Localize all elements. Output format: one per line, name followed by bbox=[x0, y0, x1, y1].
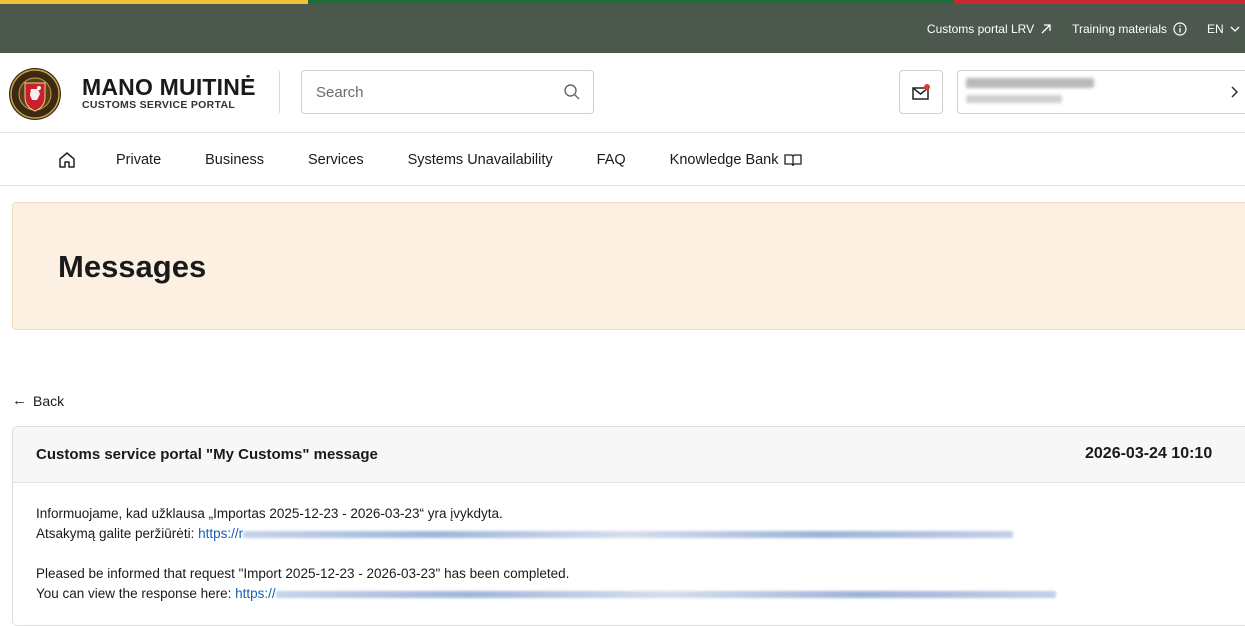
page-hero: Messages bbox=[12, 202, 1245, 330]
book-icon bbox=[783, 153, 802, 166]
message-en-line2: You can view the response here: bbox=[36, 586, 236, 601]
home-icon bbox=[59, 151, 75, 168]
messages-button[interactable] bbox=[899, 70, 943, 114]
message-header: Customs service portal "My Customs" mess… bbox=[13, 427, 1245, 483]
language-select[interactable]: EN bbox=[1207, 22, 1245, 36]
info-icon bbox=[1173, 21, 1187, 36]
user-code-redacted bbox=[966, 95, 1062, 103]
nav-knowledge-bank[interactable]: Knowledge Bank bbox=[670, 152, 802, 168]
brand[interactable]: MANO MUITINĖ CUSTOMS SERVICE PORTAL bbox=[82, 75, 256, 111]
message-body: Informuojame, kad užklausa „Importas 202… bbox=[13, 483, 1245, 604]
brand-title: MANO MUITINĖ bbox=[82, 74, 256, 100]
nav-home[interactable] bbox=[58, 151, 76, 169]
chevron-right-icon bbox=[1231, 86, 1238, 98]
chevron-down-icon bbox=[1230, 26, 1240, 32]
search-icon[interactable] bbox=[563, 83, 581, 101]
brand-subtitle: CUSTOMS SERVICE PORTAL bbox=[82, 99, 236, 111]
site-header: MANO MUITINĖ CUSTOMS SERVICE PORTAL bbox=[0, 53, 1245, 133]
header-divider bbox=[279, 71, 280, 113]
main-nav: Private Business Services Systems Unavai… bbox=[0, 134, 1245, 186]
user-account-button[interactable] bbox=[957, 70, 1245, 114]
arrow-left-icon: ← bbox=[12, 392, 27, 409]
customs-portal-link[interactable]: Customs portal LRV bbox=[927, 22, 1052, 36]
back-link[interactable]: ← Back bbox=[12, 392, 64, 409]
top-bar: Customs portal LRV Training materials EN bbox=[0, 4, 1245, 53]
redacted-url bbox=[275, 590, 1056, 598]
message-lt-line2: Atsakymą galite peržiūrėti: bbox=[36, 526, 199, 541]
page-title: Messages bbox=[58, 249, 207, 284]
redacted-url bbox=[243, 530, 1014, 538]
nav-private[interactable]: Private bbox=[116, 152, 161, 168]
message-card: Customs service portal "My Customs" mess… bbox=[12, 426, 1245, 626]
message-en-line1: Pleased be informed that request "Import… bbox=[36, 566, 570, 581]
message-subject: Customs service portal "My Customs" mess… bbox=[36, 446, 378, 463]
training-materials-link[interactable]: Training materials bbox=[1072, 22, 1187, 36]
message-lt-line1: Informuojame, kad užklausa „Importas 202… bbox=[36, 506, 503, 521]
nav-systems-unavailability[interactable]: Systems Unavailability bbox=[408, 152, 553, 168]
nav-services[interactable]: Services bbox=[308, 152, 364, 168]
message-date: 2026-03-24 10:10 bbox=[1085, 445, 1213, 462]
customs-logo[interactable] bbox=[8, 67, 62, 121]
search-box[interactable] bbox=[301, 70, 594, 114]
en-response-link[interactable]: https:// bbox=[235, 586, 1056, 601]
mail-icon bbox=[912, 84, 930, 100]
lt-response-link[interactable]: https://r bbox=[198, 526, 1014, 541]
search-input[interactable] bbox=[316, 71, 546, 113]
arrow-up-right-icon bbox=[1041, 23, 1051, 33]
user-name-redacted bbox=[966, 78, 1094, 88]
nav-faq[interactable]: FAQ bbox=[597, 152, 626, 168]
nav-business[interactable]: Business bbox=[205, 152, 264, 168]
